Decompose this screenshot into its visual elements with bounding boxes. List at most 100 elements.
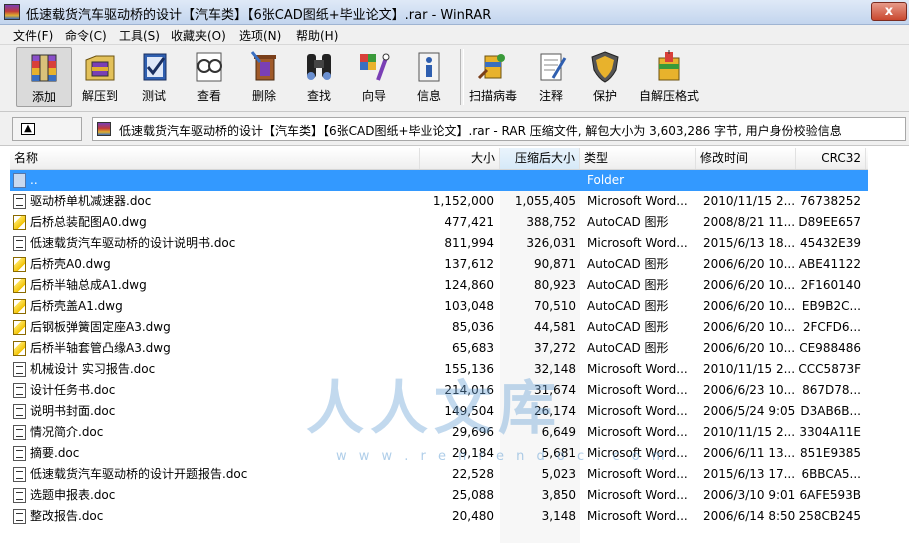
test-label: 测试 [141,89,166,103]
protect-button[interactable]: 保护 [577,47,633,107]
file-modified [703,170,795,191]
menu-favorites[interactable]: 收藏夹(O) [171,27,226,44]
dwg-icon [13,320,26,335]
table-row[interactable]: 低速载货汽车驱动桥的设计说明书.doc 811,994 326,031 Microso… [10,233,868,254]
table-row[interactable]: 后桥总装配图A0.dwg 477,421 388,752 AutoCAD 图形 2008… [10,212,868,233]
file-modified: 2006/3/10 9:01 [703,488,795,502]
table-row[interactable]: 后桥半轴总成A1.dwg 124,860 80,923 AutoCAD 图形 2006/… [10,275,868,296]
table-row[interactable]: 摘要.doc 29,184 5,681 Microsoft Word... 2006/6… [10,443,868,464]
file-modified: 2006/6/20 10... [703,257,795,271]
file-crc: 851E9385 [799,446,861,460]
file-type: Folder [587,173,625,187]
file-name: 选题申报表.doc [30,488,116,502]
file-type: Microsoft Word... [587,488,688,502]
col-crc-header[interactable]: CRC32 [796,148,866,169]
dwg-icon [13,257,26,272]
file-packed-size: 26,174 [534,404,576,418]
view-button[interactable]: 查看 [181,47,237,107]
file-modified: 2010/11/15 2... [703,425,795,439]
file-size: 22,528 [452,467,494,481]
file-crc: 2FCFD6... [802,320,861,334]
column-header: 名称 大小 压缩后大小 类型 修改时间 CRC32 [10,148,868,170]
file-modified: 2006/5/24 9:05 [703,404,795,418]
file-type: Microsoft Word... [587,446,688,460]
file-modified: 2008/8/21 11... [703,215,795,229]
file-type: Microsoft Word... [587,236,688,250]
delete-label: 删除 [251,89,276,103]
table-row[interactable]: 设计任务书.doc 214,016 31,674 Microsoft Word... 2… [10,380,868,401]
window-title: 低速载货汽车驱动桥的设计【汽车类】【6张CAD图纸+毕业论文】.rar - Wi… [26,8,492,23]
table-row[interactable]: 后钢板弹簧固定座A3.dwg 85,036 44,581 AutoCAD 图形 2006… [10,317,868,338]
file-size: 29,696 [452,425,494,439]
file-name: 设计任务书.doc [30,383,116,397]
title-bar: 低速载货汽车驱动桥的设计【汽车类】【6张CAD图纸+毕业论文】.rar - Wi… [0,0,909,25]
info-button[interactable]: 信息 [401,47,457,107]
archive-path-field[interactable]: 低速载货汽车驱动桥的设计【汽车类】【6张CAD图纸+毕业论文】.rar - RA… [92,117,906,141]
file-packed-size: 388,752 [526,215,576,229]
doc-icon [13,509,26,524]
menu-options[interactable]: 选项(N) [239,27,281,44]
col-modified-header[interactable]: 修改时间 [696,148,796,169]
up-one-level-button[interactable]: ▲ [12,117,82,141]
table-row[interactable]: 驱动桥单机减速器.doc 1,152,000 1,055,405 Microsoft … [10,191,868,212]
close-button[interactable]: x [871,2,907,21]
file-list[interactable]: 名称 大小 压缩后大小 类型 修改时间 CRC32 .. Folder 驱动桥单机减… [10,148,909,543]
file-name: 后桥总装配图A0.dwg [30,215,147,229]
delete-button[interactable]: 删除 [236,47,292,107]
extract-to-button[interactable]: 解压到 [72,47,128,107]
table-row[interactable]: 后桥半轴套管凸缘A3.dwg 65,683 37,272 AutoCAD 图形 2006… [10,338,868,359]
file-type: AutoCAD 图形 [587,299,669,313]
sfx-button[interactable]: 自解压格式 [637,47,701,107]
extract-to-label: 解压到 [81,89,118,103]
table-row[interactable]: .. Folder [10,170,868,191]
file-size: 155,136 [444,362,494,376]
file-modified: 2006/6/20 10... [703,341,795,355]
file-type: AutoCAD 图形 [587,215,669,229]
file-modified: 2006/6/20 10... [703,299,795,313]
table-row[interactable]: 后桥壳A0.dwg 137,612 90,871 AutoCAD 图形 2006/6/2… [10,254,868,275]
file-name: 摘要.doc [30,446,80,460]
comment-button[interactable]: 注释 [523,47,579,107]
file-packed-size: 70,510 [534,299,576,313]
file-modified: 2010/11/15 2... [703,362,795,376]
file-packed-size: 90,871 [534,257,576,271]
col-name-header[interactable]: 名称 [10,148,420,169]
menu-tools[interactable]: 工具(S) [119,27,160,44]
col-type-header[interactable]: 类型 [580,148,696,169]
menu-file[interactable]: 文件(F) [13,27,53,44]
menu-commands[interactable]: 命令(C) [65,27,107,44]
file-packed-size: 326,031 [526,236,576,250]
file-size: 25,088 [452,488,494,502]
file-crc [796,170,861,191]
add-archive-icon [26,51,62,85]
table-row[interactable]: 机械设计 实习报告.doc 155,136 32,148 Microsoft Word… [10,359,868,380]
col-size-header[interactable]: 大小 [420,148,500,169]
file-size: 85,036 [452,320,494,334]
table-row[interactable]: 后桥壳盖A1.dwg 103,048 70,510 AutoCAD 图形 2006/6/… [10,296,868,317]
file-size: 477,421 [444,215,494,229]
file-name: 后桥壳盖A1.dwg [30,299,123,313]
menu-help[interactable]: 帮助(H) [296,27,338,44]
col-packed-header[interactable]: 压缩后大小 [500,148,580,169]
wizard-button[interactable]: 向导 [346,47,402,107]
find-icon [301,50,337,84]
doc-icon [13,467,26,482]
table-row[interactable]: 说明书封面.doc 149,504 26,174 Microsoft Word... 2… [10,401,868,422]
table-row[interactable]: 整改报告.doc 20,480 3,148 Microsoft Word... 2006… [10,506,868,527]
doc-icon [13,194,26,209]
wizard-icon [356,50,392,84]
find-button[interactable]: 查找 [291,47,347,107]
add-button[interactable]: 添加 [16,47,72,107]
table-row[interactable]: 低速载货汽车驱动桥的设计开题报告.doc 22,528 5,023 Microsoft… [10,464,868,485]
file-size [420,170,494,191]
winrar-app-icon[interactable] [4,4,20,20]
table-row[interactable]: 情况简介.doc 29,696 6,649 Microsoft Word... 2010… [10,422,868,443]
file-type: Microsoft Word... [587,467,688,481]
rar-archive-icon [97,122,111,136]
archive-info-text: 低速载货汽车驱动桥的设计【汽车类】【6张CAD图纸+毕业论文】.rar - RA… [119,124,842,138]
test-button[interactable]: 测试 [126,47,182,107]
up-arrow-icon: ▲ [21,123,35,135]
table-row[interactable]: 选题申报表.doc 25,088 3,850 Microsoft Word... 200… [10,485,868,506]
virus-scan-button[interactable]: 扫描病毒 [465,47,521,107]
address-bar: ▲ 低速载货汽车驱动桥的设计【汽车类】【6张CAD图纸+毕业论文】.rar - … [0,112,909,146]
